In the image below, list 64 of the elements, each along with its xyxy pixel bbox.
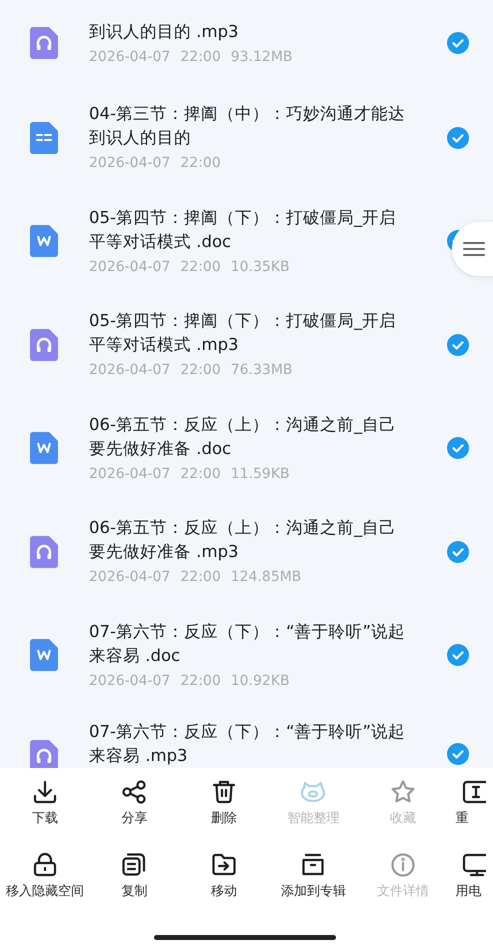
file-name: 04-第三节：捭阖（中）：巧妙沟通才能达到识人的目的 [89, 103, 406, 150]
file-time: 22:00 [180, 258, 221, 277]
file-name: 07-第六节：反应（下）：“善于聆听”说起来容易 .mp3 [89, 721, 406, 767]
note-document-icon [30, 122, 58, 154]
trash-icon [210, 779, 237, 805]
word-document-icon [30, 225, 58, 258]
file-name: 06-第五节：反应（上）：沟通之前_自己要先做好准备 .mp3 [89, 517, 398, 564]
file-date: 2026-04-07 [89, 361, 170, 380]
rename-icon [462, 779, 486, 805]
lock-icon [32, 852, 58, 878]
action-button[interactable]: 重 [448, 779, 488, 852]
action-button[interactable]: 分享 [90, 779, 179, 852]
album-box-icon [300, 852, 326, 878]
action-button[interactable]: 移动 [179, 852, 268, 925]
star-icon [390, 779, 416, 805]
headphones-icon [30, 27, 58, 59]
checkbox[interactable] [447, 32, 469, 54]
file-date: 2026-04-07 [89, 48, 170, 66]
file-date: 2026-04-07 [89, 568, 170, 588]
checkbox[interactable] [447, 644, 469, 666]
action-button[interactable]: 移入隐藏空间 [0, 852, 90, 925]
file-time: 22:00 [180, 568, 221, 588]
checkbox[interactable] [447, 126, 469, 149]
file-size: 10.35KB [230, 258, 290, 277]
checkbox[interactable] [447, 743, 469, 765]
file-name: 07-第六节：反应（下）：“善于聆听”说起来容易 .doc [89, 620, 406, 667]
headphones-icon [30, 328, 58, 361]
file-size: 11.59KB [230, 464, 290, 484]
file-date: 2026-04-07 [89, 672, 170, 691]
checkbox[interactable] [447, 437, 469, 460]
file-name: 05-第四节：捭阖（下）：打破僵局_开启平等对话模式 .doc [89, 206, 398, 253]
action-button[interactable]: 下载 [0, 779, 90, 852]
file-time: 22:00 [180, 361, 221, 380]
monitor-icon [462, 852, 486, 878]
file-size: 124.85MB [230, 568, 302, 588]
word-document-icon [30, 639, 58, 672]
file-time: 22:00 [180, 48, 221, 66]
info-icon [390, 852, 416, 878]
file-name: 05-第四节：捭阖（下）：打破僵局_开启平等对话模式 .mp3 [89, 310, 398, 356]
file-time: 22:00 [180, 672, 221, 691]
action-button[interactable]: 添加到专辑 [268, 852, 358, 925]
word-document-icon [30, 432, 58, 464]
pig-icon [300, 779, 326, 805]
file-size: 93.12MB [230, 48, 292, 66]
file-time: 22:00 [180, 154, 221, 174]
share-icon [121, 779, 148, 805]
checkbox[interactable] [447, 334, 469, 356]
checkbox[interactable] [447, 540, 469, 563]
copy-icon [121, 852, 148, 878]
file-size: 76.33MB [230, 361, 292, 380]
action-button[interactable]: 删除 [179, 779, 268, 852]
file-date: 2026-04-07 [89, 464, 170, 484]
file-time: 22:00 [180, 464, 221, 484]
file-date: 2026-04-07 [89, 258, 170, 277]
action-button[interactable]: 用电 [448, 852, 488, 925]
file-size: 10.92KB [230, 672, 290, 691]
move-to-folder-icon [210, 852, 237, 878]
file-date: 2026-04-07 [89, 154, 170, 174]
headphones-icon [30, 536, 58, 568]
menu-icon [463, 241, 485, 257]
file-name: 到识人的目的 .mp3 [89, 20, 240, 42]
download-icon [32, 779, 58, 805]
file-name: 06-第五节：反应（上）：沟通之前_自己要先做好准备 .doc [89, 414, 398, 460]
action-button[interactable]: 复制 [90, 852, 179, 925]
